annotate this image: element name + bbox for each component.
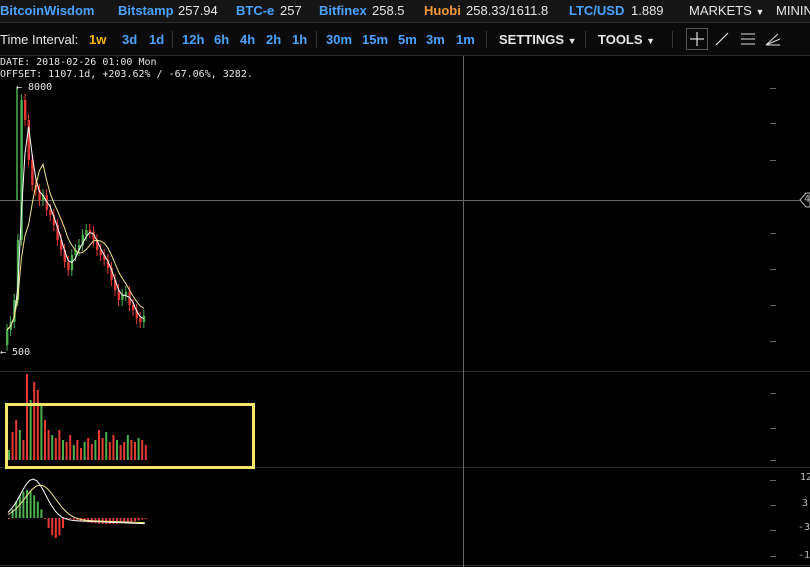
volume-bar [8, 450, 10, 460]
macd-bar [144, 518, 147, 519]
macd-bar [18, 495, 21, 518]
macd-bar [8, 518, 10, 519]
macd-bar [47, 518, 50, 528]
volume-bar [112, 435, 115, 460]
candle [27, 120, 30, 160]
volume-bar [123, 442, 126, 460]
low-price-marker: ← 500 [0, 347, 31, 358]
macd-histogram [8, 490, 147, 538]
macd-line [7, 478, 145, 525]
volume-bar [62, 440, 64, 460]
volume-bar [58, 430, 61, 460]
volume-bar [40, 405, 43, 460]
candle [24, 100, 27, 120]
volume-bar [36, 390, 39, 460]
macd-bar [130, 518, 133, 522]
volume-bar [76, 440, 79, 460]
volume-bar [119, 445, 122, 460]
candle [124, 292, 128, 295]
volume-bar [47, 430, 50, 460]
macd-bar [51, 518, 54, 536]
macd-axis-label: 3 [802, 498, 809, 509]
macd-bar [54, 518, 57, 538]
macd-bar [112, 518, 115, 524]
candle [6, 330, 9, 345]
volume-bar [144, 445, 147, 460]
volume-bar [83, 442, 86, 460]
macd-bar [62, 518, 64, 528]
macd-bar [33, 495, 36, 518]
volume-bar [101, 438, 104, 460]
volume-bar [15, 420, 18, 460]
volume-bar [22, 440, 25, 460]
volume-bar [54, 438, 57, 460]
volume-bar [18, 430, 21, 460]
macd-bar [58, 518, 61, 536]
high-price-marker: ← 8000 [16, 82, 53, 93]
candle [139, 318, 142, 322]
highlight-box [5, 403, 255, 469]
volume-bar [69, 435, 72, 460]
volume-bar [108, 442, 111, 460]
volume-bar [141, 440, 144, 460]
volume-bar [65, 442, 68, 460]
crosshair-axis-value: 4 [804, 194, 810, 205]
macd-bar [69, 518, 72, 519]
macd-bar [36, 501, 39, 518]
macd-signal-line [7, 484, 145, 524]
volume-bar [126, 435, 129, 460]
offset-readout: OFFSET: 1107.1d, +203.62% / -67.06%, 328… [0, 69, 253, 80]
macd-bar [22, 491, 25, 518]
candle [85, 230, 88, 235]
volume-bar [11, 432, 14, 460]
volume-bar [87, 438, 90, 460]
candle [67, 262, 70, 270]
right-axis-ticks [770, 88, 776, 557]
volume-bar [98, 430, 100, 460]
candle [142, 316, 146, 322]
candle [88, 230, 92, 232]
macd-bar [72, 518, 75, 520]
volume-bar [51, 435, 54, 460]
volume-bar [90, 444, 93, 460]
volume-bar [130, 440, 133, 460]
candlestick-series [6, 88, 146, 351]
date-readout: DATE: 2018-02-26 01:00 Mon [0, 57, 157, 68]
macd-bar [141, 518, 144, 520]
volume-bar [134, 442, 136, 460]
volume-bar [94, 440, 97, 460]
price-chart[interactable] [0, 0, 810, 567]
macd-bar [137, 518, 140, 521]
macd-axis-label: -3 [798, 522, 810, 533]
macd-bar [134, 518, 136, 522]
volume-bar [44, 420, 46, 460]
volume-bar [72, 445, 75, 460]
volume-bar [26, 374, 28, 460]
volume-series [8, 374, 147, 460]
volume-bar [105, 432, 108, 460]
volume-bar [80, 448, 82, 460]
macd-axis-label: -1 [798, 550, 810, 561]
macd-axis-label: 12 [800, 472, 810, 483]
candle [121, 295, 124, 300]
macd-bar [40, 509, 43, 518]
volume-bar [29, 400, 32, 460]
volume-bar [33, 382, 36, 460]
macd-bar [44, 518, 46, 519]
macd-bar [29, 491, 32, 518]
volume-bar [137, 438, 140, 460]
volume-bar [116, 440, 118, 460]
